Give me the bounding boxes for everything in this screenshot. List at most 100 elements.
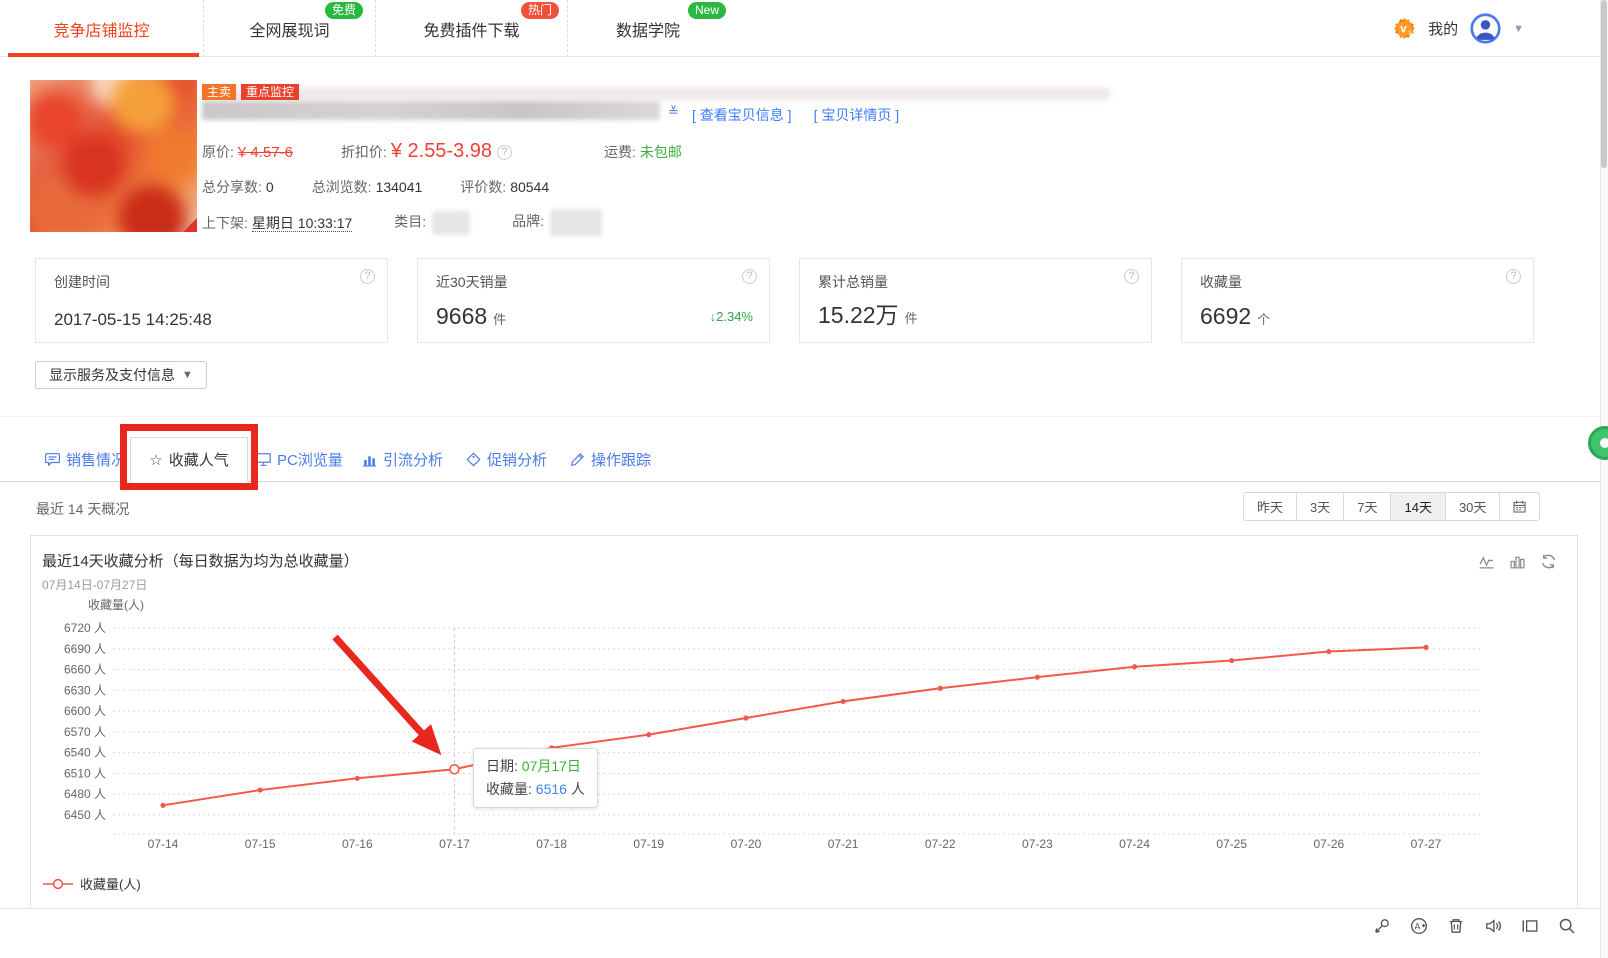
- card-title: 累计总销量: [818, 274, 888, 290]
- tab-operation-tracking[interactable]: 操作跟踪: [570, 437, 651, 482]
- svg-text:6480 人: 6480 人: [64, 787, 106, 801]
- share-count-label: 总分享数:: [202, 179, 262, 195]
- range-3d[interactable]: 3天: [1296, 492, 1345, 521]
- product-image: [30, 80, 197, 232]
- stat-cards: 创建时间 ? 2017-05-15 14:25:48 近30天销量 ? 9668…: [35, 258, 1534, 343]
- star-icon: ☆: [149, 451, 163, 469]
- top-nav: 竞争店铺监控 全网展现词 免费 免费插件下载 热门 数据学院 New v 3 我…: [0, 0, 1608, 57]
- section-divider: [0, 416, 1608, 417]
- shelf-time-value[interactable]: 星期日 10:33:17: [251, 214, 353, 232]
- scrollbar-thumb[interactable]: [1601, 0, 1607, 168]
- toggle-service-info-button[interactable]: 显示服务及支付信息 ▼: [35, 361, 207, 389]
- product-stats-row: 总分享数: 0 总浏览数: 134041 评价数: 80544: [202, 177, 549, 197]
- avatar[interactable]: [1470, 13, 1501, 44]
- chat-bubble-icon: [45, 453, 60, 467]
- window-icon[interactable]: [1521, 917, 1539, 935]
- my-account-label[interactable]: 我的: [1428, 18, 1458, 39]
- svg-text:07-21: 07-21: [828, 837, 859, 851]
- tab-label: 销售情况: [66, 452, 127, 469]
- card-title: 创建时间: [54, 274, 110, 290]
- review-count-label: 评价数:: [460, 179, 507, 195]
- hot-badge: 热门: [520, 2, 559, 19]
- svg-text:07-18: 07-18: [536, 837, 567, 851]
- speaker-icon[interactable]: [1484, 917, 1502, 935]
- help-icon[interactable]: ?: [360, 269, 375, 284]
- range-yesterday[interactable]: 昨天: [1243, 492, 1298, 521]
- tooltip-count-value: 6516: [535, 781, 567, 797]
- tab-traffic-analysis[interactable]: 引流分析: [362, 437, 443, 482]
- bar-chart-view-icon[interactable]: [1509, 553, 1526, 570]
- tab-sales[interactable]: 销售情况: [45, 437, 126, 482]
- brand-label: 品牌:: [512, 213, 545, 230]
- help-icon[interactable]: ?: [1506, 269, 1521, 284]
- help-icon[interactable]: ?: [1124, 269, 1139, 284]
- pin-icon[interactable]: [1373, 917, 1391, 935]
- chart-title: 最近14天收藏分析（每日数据为均为总收藏量）: [42, 553, 359, 570]
- svg-text:3: 3: [1408, 30, 1412, 37]
- nav-right: v 3 我的 ▼: [1393, 0, 1524, 57]
- nav-tab-keywords[interactable]: 全网展现词 免费: [204, 0, 376, 57]
- legend-favorites[interactable]: 收藏量(人): [43, 874, 141, 893]
- font-size-icon[interactable]: A: [1410, 917, 1428, 935]
- card-title: 收藏量: [1200, 274, 1242, 290]
- nav-tab-academy[interactable]: 数据学院 New: [568, 0, 728, 57]
- svg-text:07-20: 07-20: [731, 837, 762, 851]
- refresh-icon[interactable]: [1540, 553, 1557, 570]
- chart-date-range: 07月14日-07月27日: [42, 578, 148, 592]
- item-detail-page-link[interactable]: [ 宝贝详情页 ]: [814, 105, 900, 125]
- delta-down-badge: ↓2.34%: [709, 309, 753, 324]
- tag-key-monitor: 重点监控: [241, 84, 300, 100]
- card-unit: 件: [493, 312, 507, 327]
- svg-text:07-17: 07-17: [439, 837, 470, 851]
- range-30d[interactable]: 30天: [1444, 492, 1501, 521]
- shipping-value: 未包邮: [639, 144, 682, 160]
- search-icon[interactable]: [1558, 917, 1576, 935]
- new-badge: New: [687, 2, 726, 19]
- card-value: 9668: [436, 303, 488, 329]
- nav-tab-shop-monitor[interactable]: 竞争店铺监控: [0, 0, 204, 57]
- bar-chart-icon: [363, 456, 376, 467]
- chevron-down-icon[interactable]: ▼: [1513, 23, 1524, 35]
- vip-level-icon[interactable]: v 3: [1393, 17, 1416, 40]
- card-title: 近30天销量: [436, 274, 508, 290]
- nav-tab-plugin-download[interactable]: 免费插件下载 热门: [376, 0, 568, 57]
- blurred-brand: [550, 209, 603, 236]
- tab-pc-views[interactable]: PC浏览量: [256, 437, 343, 482]
- svg-text:07-14: 07-14: [148, 837, 179, 851]
- bottom-toolbar: A: [0, 908, 1608, 958]
- view-item-info-link[interactable]: [ 查看宝贝信息 ]: [692, 105, 792, 125]
- range-7d[interactable]: 7天: [1343, 492, 1392, 521]
- svg-text:6630 人: 6630 人: [64, 683, 106, 697]
- tab-label: PC浏览量: [277, 452, 343, 469]
- view-count-value: 134041: [375, 179, 423, 195]
- calendar-icon: [1513, 500, 1526, 513]
- original-price-value: ¥ 4.57-6: [237, 144, 293, 161]
- help-icon[interactable]: ?: [497, 145, 513, 160]
- tab-favorites-popularity[interactable]: ☆ 收藏人气: [130, 437, 248, 482]
- svg-text:07-27: 07-27: [1411, 837, 1442, 851]
- favorites-line-chart[interactable]: 收藏量(人) 6450 人 6480 人 6510 人 6540 人 6570 人 6600…: [31, 594, 1577, 894]
- nav-tab-label: 免费插件下载: [423, 22, 520, 40]
- svg-text:07-16: 07-16: [342, 837, 373, 851]
- help-icon[interactable]: ?: [742, 269, 757, 284]
- tab-promotion-analysis[interactable]: 促销分析: [466, 437, 547, 482]
- category-label: 类目:: [394, 213, 427, 230]
- nav-tab-label: 竞争店铺监控: [53, 22, 150, 40]
- page: 竞争店铺监控 全网展现词 免费 免费插件下载 热门 数据学院 New v 3 我…: [0, 0, 1608, 958]
- line-chart-view-icon[interactable]: [1478, 553, 1495, 570]
- shipping-label: 运费:: [604, 144, 636, 160]
- tooltip-count-label: 收藏量:: [486, 781, 532, 797]
- nav-tabs: 竞争店铺监控 全网展现词 免费 免费插件下载 热门 数据学院 New: [0, 0, 1608, 57]
- range-14d[interactable]: 14天: [1390, 492, 1446, 521]
- svg-text:07-24: 07-24: [1119, 837, 1150, 851]
- blurred-title-strip: [202, 88, 1110, 100]
- svg-text:6510 人: 6510 人: [64, 766, 106, 780]
- calendar-button[interactable]: [1499, 492, 1541, 521]
- pen-icon: [570, 453, 584, 467]
- trash-icon[interactable]: [1447, 917, 1465, 935]
- legend-label: 收藏量(人): [80, 877, 141, 892]
- svg-text:07-19: 07-19: [633, 837, 664, 851]
- chart-toolbar: [1478, 553, 1557, 570]
- stat-card-favorites: 收藏量 ? 6692 个: [1181, 258, 1534, 343]
- chart-tooltip: 日期: 07月17日 收藏量: 6516 人: [473, 748, 598, 808]
